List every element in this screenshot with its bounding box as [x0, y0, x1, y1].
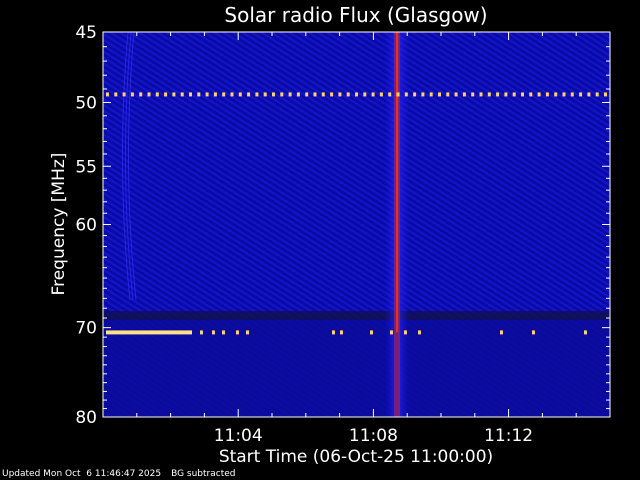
x-axis-label: Start Time (06-Oct-25 11:00:00)	[219, 447, 493, 467]
band-marker	[404, 330, 407, 335]
band-marker	[296, 92, 300, 97]
band-marker	[496, 92, 500, 97]
band-marker	[604, 92, 607, 97]
x-tick-label: 11:04	[214, 426, 263, 446]
plot-area	[103, 31, 610, 417]
band-marker	[280, 92, 284, 97]
band-marker	[238, 92, 242, 97]
band-marker	[197, 92, 201, 97]
band-marker	[330, 92, 334, 97]
band-marker	[438, 92, 441, 97]
band-marker	[130, 92, 134, 97]
band-marker	[147, 92, 151, 97]
spectrogram-chart: 11:04 11:08 11:12 45 50 55 60 70 80 Solar radio…	[49, 3, 611, 467]
band-marker	[512, 92, 516, 97]
band-marker	[189, 92, 192, 97]
band-marker	[404, 92, 408, 97]
band-marker	[180, 92, 184, 97]
background-note: BG subtracted	[171, 469, 236, 479]
band-marker	[521, 92, 524, 97]
band-marker	[446, 92, 450, 97]
band-marker	[532, 330, 535, 335]
band-marker	[396, 92, 400, 97]
band-marker	[545, 92, 549, 97]
band-marker	[200, 330, 203, 335]
band-marker	[418, 330, 421, 335]
band-marker	[584, 330, 587, 335]
band-marker	[332, 330, 335, 335]
band-marker	[164, 92, 168, 97]
band-marker	[413, 92, 417, 97]
y-tick-label: 60	[75, 216, 97, 236]
band-marker	[255, 92, 259, 97]
band-marker	[263, 92, 267, 97]
band-marker	[313, 92, 317, 97]
band-marker	[595, 92, 599, 97]
band-marker	[106, 330, 192, 335]
band-marker	[346, 92, 350, 97]
band-marker	[222, 330, 225, 335]
band-marker	[390, 330, 393, 335]
burst-core	[395, 32, 399, 333]
band-marker	[122, 92, 126, 97]
band-marker	[471, 92, 475, 97]
band-marker	[247, 92, 251, 97]
band-marker	[371, 92, 375, 97]
band-marker	[139, 92, 143, 97]
band-marker	[462, 92, 466, 97]
y-tick-label: 45	[75, 23, 97, 43]
updated-timestamp: Updated Mon Oct 6 11:46:47 2025	[2, 469, 162, 479]
band-marker	[429, 92, 433, 97]
x-tick-label: 11:12	[484, 426, 533, 446]
y-tick-label: 50	[75, 94, 97, 114]
band-marker	[321, 92, 325, 97]
band-marker	[579, 92, 583, 97]
chart-title: Solar radio Flux (Glasgow)	[224, 3, 487, 27]
band-marker	[487, 92, 491, 97]
band-marker	[305, 92, 309, 97]
y-tick-label: 70	[75, 319, 97, 339]
y-tick-label: 80	[75, 408, 97, 428]
band-marker	[114, 92, 118, 97]
footer: Updated Mon Oct 6 11:46:47 2025 BG subtra…	[2, 469, 246, 479]
band-marker	[562, 92, 566, 97]
y-axis-label: Frequency [MHz]	[49, 153, 69, 296]
band-marker	[379, 92, 383, 97]
band-marker	[500, 330, 503, 335]
band-marker	[272, 92, 275, 97]
band-marker	[246, 330, 249, 335]
band-marker	[388, 92, 392, 97]
band-marker	[504, 92, 508, 97]
band-marker	[370, 330, 373, 335]
band-marker	[537, 92, 541, 97]
band-marker	[529, 92, 533, 97]
band-marker	[106, 92, 109, 97]
band-marker	[288, 92, 292, 97]
band-marker	[230, 92, 234, 97]
band-marker	[421, 92, 425, 97]
interference-band-upper	[106, 92, 607, 97]
band-marker	[205, 92, 209, 97]
band-marker	[155, 92, 159, 97]
band-marker	[355, 92, 358, 97]
band-marker	[587, 92, 591, 97]
band-marker	[338, 92, 342, 97]
band-marker	[213, 92, 217, 97]
band-marker	[236, 330, 239, 335]
band-marker	[570, 92, 574, 97]
band-marker	[479, 92, 483, 97]
band-marker	[454, 92, 458, 97]
band-marker	[340, 330, 343, 335]
band-marker	[363, 92, 367, 97]
band-marker	[172, 92, 176, 97]
band-marker	[212, 330, 215, 335]
y-tick-label: 55	[75, 157, 97, 177]
x-tick-label: 11:08	[349, 426, 398, 446]
band-marker	[554, 92, 558, 97]
band-marker	[222, 92, 226, 97]
